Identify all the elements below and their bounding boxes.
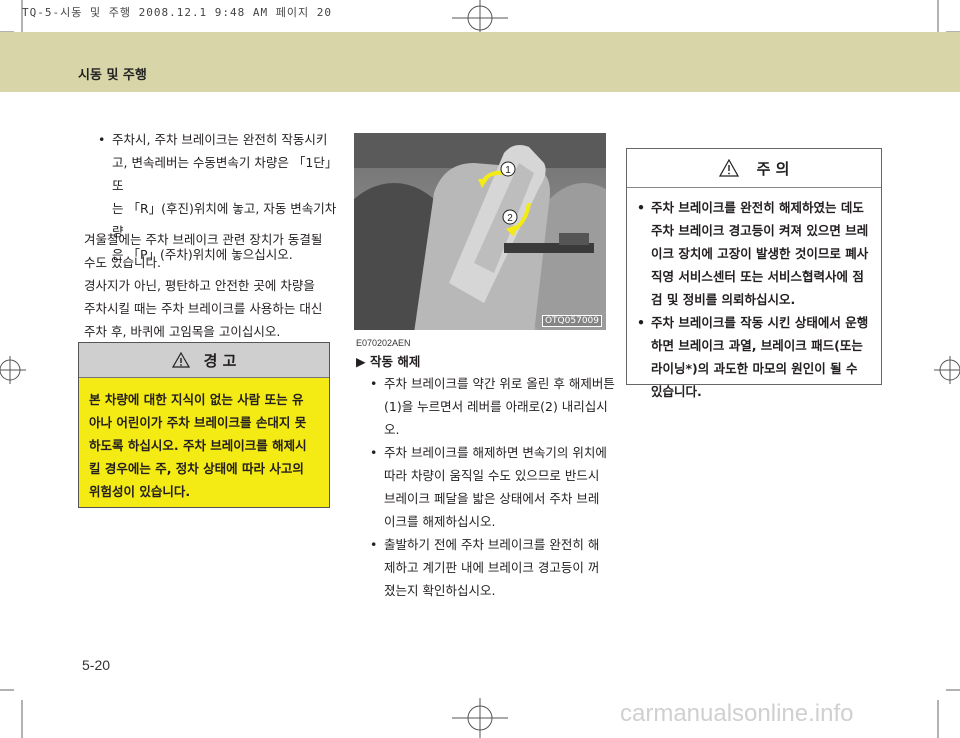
text-line: 하면 브레이크 과열, 브레이크 패드(또는: [651, 338, 863, 353]
watermark-text: carmanualsonline.info: [620, 700, 854, 727]
parking-brake-photo: 1 2 OTQ057009: [354, 133, 606, 330]
middle-bullet-item: 출발하기 전에 주차 브레이크를 완전히 해 제하고 계기판 내에 브레이크 경…: [370, 533, 620, 602]
text-line: 고, 변속레버는 수동변속기 차량은 「1단」 또: [112, 155, 338, 193]
text-line: 본 차량에 대한 지식이 없는 사람 또는 유: [89, 392, 304, 407]
middle-bullet-item: 주차 브레이크를 약간 위로 올린 후 해제버튼 (1)을 누르면서 레버를 아…: [370, 372, 620, 441]
text-line: 위험성이 있습니다.: [89, 484, 191, 499]
photo-label-2: 2: [507, 213, 513, 224]
warning-box: 경 고 본 차량에 대한 지식이 없는 사람 또는 유 아나 어린이가 주차 브…: [78, 342, 330, 508]
warning-triangle-icon: [171, 352, 190, 368]
caution-body: 주차 브레이크를 완전히 해제하였는 데도 주차 브레이크 경고등이 켜져 있으…: [627, 188, 881, 403]
text-line: 브레이크 페달을 밟은 상태에서 주차 브레: [384, 491, 600, 506]
photo-label-1: 1: [505, 165, 511, 176]
text-line: 검 및 정비를 의뢰하십시오.: [651, 292, 796, 307]
text-line: 출발하기 전에 주차 브레이크를 완전히 해: [384, 537, 600, 552]
text-line: 주차 브레이크 경고등이 켜져 있으면 브레: [651, 223, 869, 238]
section-header-band: [0, 32, 960, 92]
section-code: E070202AEN: [356, 338, 411, 348]
text-line: (1)을 누르면서 레버를 아래로(2) 내리십시오.: [384, 399, 608, 437]
text-line: 이크 장치에 고장이 발생한 것이므로 폐사: [651, 246, 869, 261]
caution-bullet-item: 주차 브레이크를 완전히 해제하였는 데도 주차 브레이크 경고등이 켜져 있으…: [637, 196, 875, 311]
text-line: 있습니다.: [651, 384, 702, 399]
middle-bullet-item: 주차 브레이크를 해제하면 변속기의 위치에 따라 차량이 움직일 수도 있으므…: [370, 441, 620, 533]
caution-header: 주 의: [627, 149, 881, 188]
warning-header: 경 고: [79, 343, 329, 378]
warning-triangle-icon: [718, 159, 739, 177]
left-paragraph-2: 경사지가 아닌, 평탄하고 안전한 곳에 차량을 주차시킬 때는 주차 브레이크…: [84, 274, 339, 343]
middle-bullet-list: 주차 브레이크를 약간 위로 올린 후 해제버튼 (1)을 누르면서 레버를 아…: [370, 372, 620, 602]
text-line: 주차시킬 때는 주차 브레이크를 사용하는 대신: [84, 301, 323, 316]
text-line: 이크를 해제하십시오.: [384, 514, 496, 529]
subheading: ▶ 작동 해제: [356, 354, 421, 369]
left-paragraph-1: 겨울철에는 주차 브레이크 관련 장치가 동결될 수도 있습니다.: [84, 228, 339, 274]
text-line: 제하고 계기판 내에 브레이크 경고등이 꺼: [384, 560, 600, 575]
text-line: 주차 브레이크를 작동 시킨 상태에서 운행: [651, 315, 869, 330]
text-line: 아나 어린이가 주차 브레이크를 손대지 못: [89, 415, 307, 430]
text-line: 라이닝*)의 과도한 마모의 원인이 될 수: [651, 361, 858, 376]
text-line: 졌는지 확인하십시오.: [384, 583, 496, 598]
text-line: 경사지가 아닌, 평탄하고 안전한 곳에 차량을: [84, 278, 315, 293]
page-number: 5-20: [82, 657, 111, 673]
text-line: 따라 차량이 움직일 수도 있으므로 반드시: [384, 468, 600, 483]
caution-box: 주 의 주차 브레이크를 완전히 해제하였는 데도 주차 브레이크 경고등이 켜…: [626, 148, 882, 399]
text-line: 주차 후, 바퀴에 고임목을 고이십시오.: [84, 324, 281, 339]
text-line: 겨울철에는 주차 브레이크 관련 장치가 동결될: [84, 232, 323, 247]
text-line: 주차시, 주차 브레이크는 완전히 작동시키: [112, 132, 328, 147]
warning-title: 경 고: [203, 351, 237, 370]
caution-title: 주 의: [756, 159, 790, 178]
text-line: 주차 브레이크를 완전히 해제하였는 데도: [651, 200, 864, 215]
caution-bullet-item: 주차 브레이크를 작동 시킨 상태에서 운행 하면 브레이크 과열, 브레이크 …: [637, 311, 875, 403]
text-line: 하도록 하십시오. 주차 브레이크를 해제시: [89, 438, 307, 453]
parking-brake-illustration: 1 2: [354, 133, 606, 330]
text-line: 수도 있습니다.: [84, 255, 161, 270]
text-line: 주차 브레이크를 약간 위로 올린 후 해제버튼: [384, 376, 615, 391]
section-title: 시동 및 주행: [78, 68, 147, 83]
caution-bullet-list: 주차 브레이크를 완전히 해제하였는 데도 주차 브레이크 경고등이 켜져 있으…: [637, 196, 875, 403]
text-line: 직영 서비스센터 또는 서비스협력사에 점: [651, 269, 864, 284]
middle-bullet-block: 주차 브레이크를 약간 위로 올린 후 해제버튼 (1)을 누르면서 레버를 아…: [370, 372, 620, 602]
photo-code: OTQ057009: [541, 315, 602, 327]
warning-body: 본 차량에 대한 지식이 없는 사람 또는 유 아나 어린이가 주차 브레이크를…: [79, 378, 329, 503]
text-line: 주차 브레이크를 해제하면 변속기의 위치에: [384, 445, 607, 460]
text-line: 킬 경우에는 주, 정차 상태에 따라 사고의: [89, 461, 304, 476]
